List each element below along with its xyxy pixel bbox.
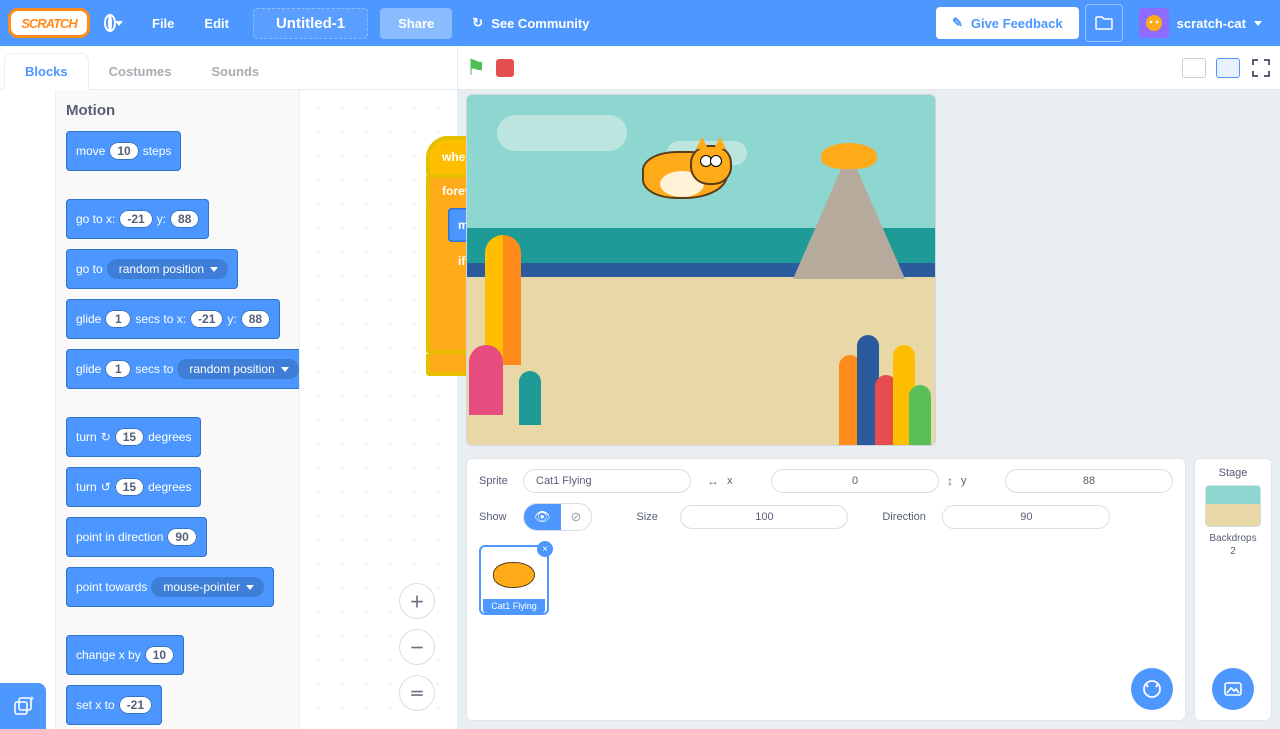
- show-on-button[interactable]: 👁: [524, 504, 561, 530]
- caret-down-icon: [1254, 21, 1262, 26]
- stage-header: ⚑: [458, 46, 1280, 90]
- tab-sounds[interactable]: Sounds: [192, 54, 280, 89]
- y-input[interactable]: [1005, 469, 1173, 493]
- sprite-card-label: Cat1 Flying: [483, 599, 545, 613]
- scratch-logo[interactable]: SCRATCH: [8, 8, 90, 38]
- cat-plus-icon: [1141, 678, 1163, 700]
- stage-small-button[interactable]: [1182, 58, 1206, 78]
- palette-heading: Motion: [66, 102, 289, 119]
- visibility-toggle[interactable]: 👁 ⊘: [523, 503, 592, 531]
- stop-button[interactable]: [496, 59, 514, 77]
- direction-label: Direction: [882, 511, 934, 523]
- sprite-card-cat1-flying[interactable]: × Cat1 Flying: [479, 545, 549, 615]
- add-backdrop-button[interactable]: [1212, 668, 1254, 710]
- my-stuff-button[interactable]: [1085, 4, 1123, 42]
- size-label: Size: [636, 511, 672, 523]
- block-go-to[interactable]: go to random position: [66, 249, 238, 289]
- file-menu[interactable]: File: [140, 0, 186, 46]
- account-menu[interactable]: scratch-cat: [1129, 8, 1272, 38]
- editor-tabs: Blocks Costumes Sounds: [0, 46, 457, 90]
- sprite-name-input[interactable]: [523, 469, 691, 493]
- svg-text:+: +: [29, 695, 34, 705]
- add-extension-button[interactable]: +: [0, 683, 46, 729]
- block-palette[interactable]: Motion move 10 steps go to x: -21 y: 88 …: [56, 90, 300, 729]
- block-point-towards[interactable]: point towards mouse-pointer: [66, 567, 274, 607]
- give-feedback-button[interactable]: ✎ Give Feedback: [936, 7, 1079, 39]
- stage-sprite-cat: [639, 147, 695, 205]
- fullscreen-button[interactable]: [1250, 57, 1272, 79]
- green-flag-button[interactable]: ⚑: [466, 55, 486, 81]
- extension-icon: +: [12, 695, 34, 717]
- username-label: scratch-cat: [1177, 16, 1246, 31]
- block-change-x-by[interactable]: change x by 10: [66, 635, 184, 675]
- stage-selector: Stage Backdrops 2: [1194, 458, 1272, 721]
- direction-input[interactable]: [942, 505, 1110, 529]
- zoom-in-button[interactable]: ＋: [399, 583, 435, 619]
- stage-pane: ⚑: [458, 46, 1280, 729]
- block-go-to-xy[interactable]: go to x: -21 y: 88: [66, 199, 209, 239]
- cat-avatar-icon: [1144, 13, 1164, 33]
- delete-sprite-button[interactable]: ×: [537, 541, 553, 557]
- stage-large-button[interactable]: [1216, 58, 1240, 78]
- block-move-steps[interactable]: move 10 steps: [66, 131, 181, 171]
- stage-label: Stage: [1219, 467, 1248, 479]
- sprite-info-panel: Sprite ↔ x ↕ y Show 👁 ⊘: [466, 458, 1186, 721]
- share-button[interactable]: Share: [380, 8, 452, 39]
- stage-canvas[interactable]: [466, 94, 936, 446]
- stage-thumbnail[interactable]: [1205, 485, 1261, 527]
- block-glide-to[interactable]: glide 1 secs to random position: [66, 349, 300, 389]
- language-menu[interactable]: [96, 0, 134, 46]
- see-community-button[interactable]: ↻ See Community: [458, 15, 603, 31]
- tab-costumes[interactable]: Costumes: [89, 54, 192, 89]
- editor-pane: Blocks Costumes Sounds MotionLooksSoundE…: [0, 46, 458, 729]
- avatar: [1139, 8, 1169, 38]
- backdrops-label: Backdrops: [1209, 533, 1256, 544]
- show-label: Show: [479, 511, 515, 523]
- add-sprite-button[interactable]: [1131, 668, 1173, 710]
- x-input[interactable]: [771, 469, 939, 493]
- cw-icon: ↻: [101, 430, 111, 444]
- sprite-list: × Cat1 Flying: [479, 545, 1173, 710]
- block-set-x-to[interactable]: set x to -21: [66, 685, 162, 725]
- block-turn-cw[interactable]: turn ↻ 15 degrees: [66, 417, 201, 457]
- y-icon: ↕: [947, 474, 953, 488]
- x-label: x: [727, 475, 763, 487]
- ccw-icon: ↺: [101, 480, 111, 494]
- show-off-button[interactable]: ⊘: [561, 504, 592, 530]
- y-label: y: [961, 475, 997, 487]
- block-glide-xy[interactable]: glide 1 secs to x: -21 y: 88: [66, 299, 280, 339]
- see-community-label: See Community: [491, 16, 589, 31]
- folder-icon: [1095, 16, 1113, 30]
- zoom-reset-button[interactable]: ＝: [399, 675, 435, 711]
- project-title-field[interactable]: Untitled-1: [253, 8, 368, 39]
- size-input[interactable]: [680, 505, 848, 529]
- xy-icon: ↔: [707, 474, 719, 488]
- menu-bar: SCRATCH File Edit Untitled-1 Share ↻ See…: [0, 0, 1280, 46]
- pencil-icon: ✎: [952, 15, 963, 31]
- refresh-icon: ↻: [472, 15, 483, 31]
- image-plus-icon: [1223, 679, 1243, 699]
- edit-menu[interactable]: Edit: [192, 0, 241, 46]
- globe-icon: [108, 14, 112, 32]
- caret-down-icon: [115, 21, 123, 26]
- tab-blocks[interactable]: Blocks: [4, 53, 89, 90]
- fullscreen-icon: [1250, 57, 1272, 79]
- script-workspace[interactable]: when ⚑ clicked forever move 4 steps: [306, 96, 451, 723]
- sprite-label: Sprite: [479, 475, 515, 487]
- block-turn-ccw[interactable]: turn ↺ 15 degrees: [66, 467, 201, 507]
- block-point-in-direction[interactable]: point in direction 90: [66, 517, 207, 557]
- category-list: MotionLooksSoundEventsControlSensingOper…: [0, 90, 56, 729]
- feedback-label: Give Feedback: [971, 16, 1063, 31]
- backdrops-count: 2: [1230, 546, 1236, 557]
- zoom-out-button[interactable]: －: [399, 629, 435, 665]
